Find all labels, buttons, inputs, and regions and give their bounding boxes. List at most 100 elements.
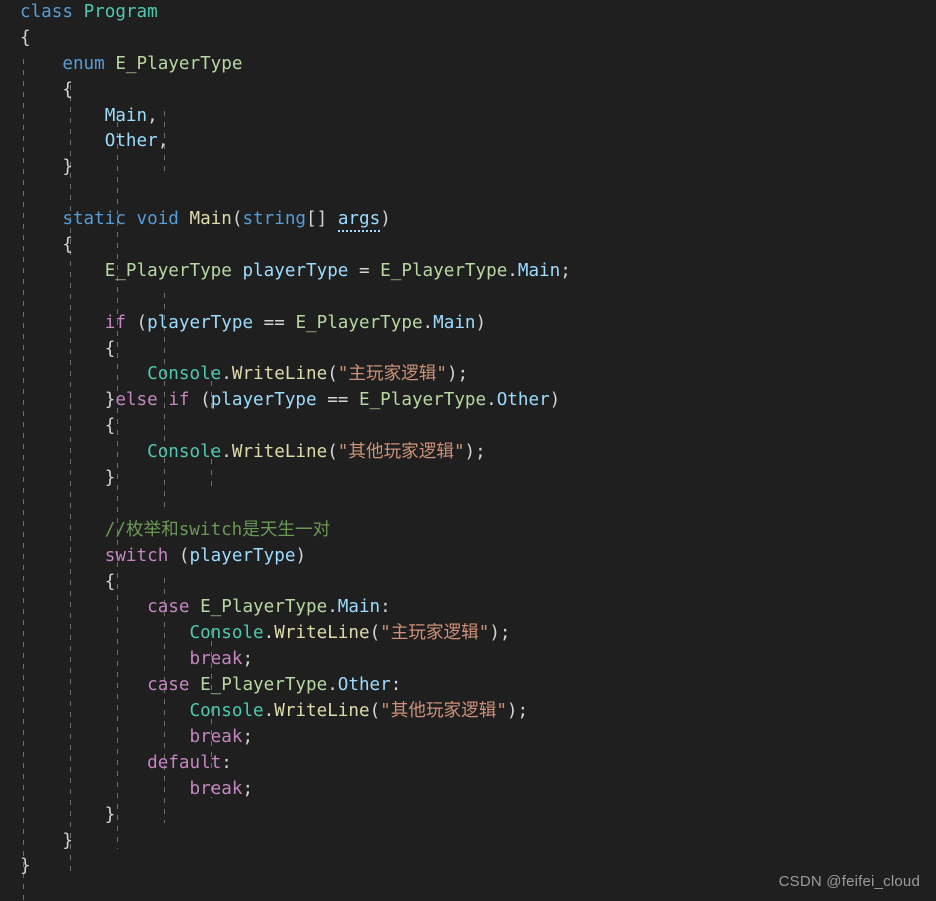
code-token: Other bbox=[337, 675, 391, 696]
code-token: Console bbox=[147, 442, 222, 463]
code-line[interactable]: Console.WriteLine("其他玩家逻辑"); bbox=[0, 699, 936, 725]
code-token: string bbox=[242, 209, 307, 230]
code-token: : bbox=[380, 597, 391, 618]
code-line[interactable] bbox=[0, 285, 936, 311]
code-line[interactable]: { bbox=[0, 337, 936, 363]
code-token: WriteLine bbox=[231, 442, 328, 463]
code-token: playerType bbox=[242, 260, 349, 281]
code-token: class bbox=[20, 2, 73, 22]
code-token: "主玩家逻辑" bbox=[380, 623, 490, 644]
code-line[interactable]: //枚举和switch是天生一对 bbox=[0, 518, 936, 544]
code-token: WriteLine bbox=[274, 623, 370, 644]
code-token: else bbox=[115, 390, 158, 411]
code-token: ; bbox=[560, 260, 571, 281]
code-token: E_PlayerType bbox=[200, 675, 328, 696]
code-token: == bbox=[263, 312, 285, 333]
code-token: playerType bbox=[147, 312, 254, 333]
code-line[interactable]: } bbox=[0, 829, 936, 855]
code-line[interactable]: Main, bbox=[0, 104, 936, 130]
code-line[interactable]: Console.WriteLine("其他玩家逻辑"); bbox=[0, 440, 936, 466]
code-token: E_PlayerType bbox=[380, 260, 508, 281]
code-line[interactable]: case E_PlayerType.Main: bbox=[0, 595, 936, 621]
code-token: E_PlayerType bbox=[359, 390, 487, 411]
code-line[interactable]: break; bbox=[0, 725, 936, 751]
code-line[interactable]: Other, bbox=[0, 129, 936, 155]
code-token: ( bbox=[369, 623, 381, 644]
code-token: case bbox=[147, 597, 190, 618]
code-token: playerType bbox=[210, 390, 317, 411]
code-token: . bbox=[507, 260, 518, 281]
code-content[interactable]: class Program{ enum E_PlayerType { Main,… bbox=[0, 0, 936, 880]
code-line[interactable]: } bbox=[0, 466, 936, 492]
code-token: ( bbox=[189, 390, 211, 411]
code-token: ) bbox=[475, 312, 487, 333]
code-token: { bbox=[104, 338, 116, 359]
code-token: ( bbox=[125, 312, 148, 333]
code-line[interactable]: } bbox=[0, 803, 936, 829]
code-line[interactable]: break; bbox=[0, 647, 936, 673]
code-line[interactable]: { bbox=[0, 414, 936, 440]
code-token: //枚举和switch是天生一对 bbox=[104, 519, 331, 540]
code-token: . bbox=[221, 364, 232, 385]
code-token: { bbox=[104, 416, 116, 437]
code-line[interactable]: static void Main(string[] args) bbox=[0, 207, 936, 233]
code-line[interactable]: { bbox=[0, 26, 936, 52]
code-line[interactable] bbox=[0, 492, 936, 518]
code-token: "主玩家逻辑" bbox=[337, 364, 447, 385]
code-token: . bbox=[263, 701, 275, 722]
code-token: void bbox=[136, 209, 179, 230]
code-token: break bbox=[189, 726, 243, 747]
code-line[interactable]: { bbox=[0, 233, 936, 259]
code-line[interactable]: enum E_PlayerType bbox=[0, 52, 936, 78]
code-token: E_PlayerType bbox=[200, 597, 328, 618]
code-line[interactable]: E_PlayerType playerType = E_PlayerType.M… bbox=[0, 259, 936, 285]
code-line[interactable]: Console.WriteLine("主玩家逻辑"); bbox=[0, 362, 936, 388]
code-token: [] bbox=[306, 209, 338, 230]
code-token: . bbox=[327, 675, 338, 696]
code-token: . bbox=[422, 312, 434, 333]
code-line[interactable]: class Program bbox=[0, 0, 936, 26]
code-token: . bbox=[221, 442, 232, 463]
code-token: == bbox=[327, 390, 349, 411]
code-line[interactable]: if (playerType == E_PlayerType.Main) bbox=[0, 311, 936, 337]
code-line[interactable]: switch (playerType) bbox=[0, 544, 936, 570]
code-line[interactable]: { bbox=[0, 570, 936, 596]
code-token: = bbox=[358, 260, 370, 281]
code-line[interactable]: default: bbox=[0, 751, 936, 777]
code-token: : bbox=[390, 675, 402, 696]
code-token: : bbox=[221, 752, 232, 773]
code-token: { bbox=[104, 571, 116, 592]
code-token: } bbox=[62, 157, 73, 178]
code-line[interactable]: } bbox=[0, 155, 936, 181]
code-line[interactable]: { bbox=[0, 78, 936, 104]
code-token: ( bbox=[168, 545, 190, 566]
code-line[interactable]: case E_PlayerType.Other: bbox=[0, 673, 936, 699]
code-line[interactable]: }else if (playerType == E_PlayerType.Oth… bbox=[0, 388, 936, 414]
code-token: switch bbox=[104, 545, 169, 566]
code-line[interactable]: break; bbox=[0, 777, 936, 803]
code-token: Main bbox=[189, 209, 232, 230]
code-token: . bbox=[486, 390, 497, 411]
code-token: ); bbox=[446, 364, 469, 385]
code-line[interactable]: Console.WriteLine("主玩家逻辑"); bbox=[0, 621, 936, 647]
code-line[interactable] bbox=[0, 181, 936, 207]
